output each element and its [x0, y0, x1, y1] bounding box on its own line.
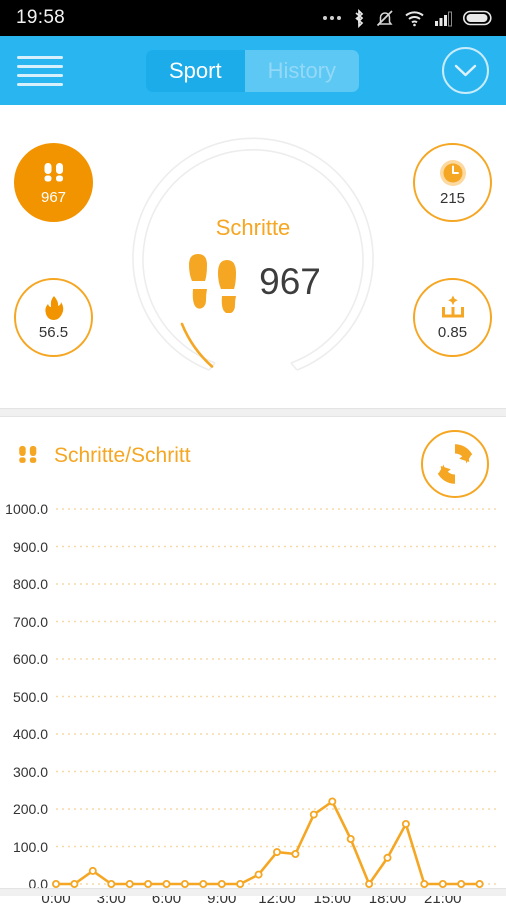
gauge-center-readout: Schritte 967 [118, 215, 388, 313]
chevron-down-icon[interactable] [441, 47, 489, 94]
view-mode-segmented-control[interactable]: Sport History [145, 49, 360, 92]
battery-icon [463, 10, 492, 26]
badge-calories-value: 56.5 [38, 323, 69, 341]
gauge-title: Schritte [215, 215, 291, 240]
bottom-divider [0, 888, 506, 896]
mute-vibrate-icon [376, 9, 393, 26]
more-dots-icon [323, 16, 341, 20]
wifi-icon [405, 11, 424, 27]
gauge-value: 967 [259, 261, 321, 302]
badge-time-value: 215 [439, 189, 466, 207]
steps-line-chart: 0.0 100.0 200.0 300.0 400.0 500.0 600.0 700.0 80… [0, 497, 506, 907]
app-top-bar: Sport History [0, 36, 506, 105]
footsteps-icon [19, 445, 37, 463]
badge-distance[interactable]: 0.85 [413, 278, 492, 357]
steps-chart-section: Schritte/Schritt 0.0 100.0 200.0 300.0 400.0… [0, 417, 506, 907]
chart-x-axis-labels: 0:00 3:00 6:00 9:00 12:00 15:00 18:00 21:00 [0, 497, 506, 907]
badge-distance-value: 0.85 [437, 323, 468, 341]
badge-calories[interactable]: 56.5 [14, 278, 93, 357]
clock-icon [439, 159, 466, 186]
status-bar-clock: 19:58 [16, 7, 66, 28]
footsteps-icon [189, 254, 237, 313]
steps-gauge: Schritte 967 [118, 123, 388, 393]
flame-icon [44, 295, 63, 320]
status-bar: 19:58 [0, 0, 506, 36]
badge-time[interactable]: 215 [413, 143, 492, 222]
badge-steps[interactable]: 967 [14, 143, 93, 222]
distance-icon [441, 295, 464, 317]
bluetooth-icon [355, 8, 364, 28]
activity-dashboard: Schritte 967 967 56.5 215 0.85 [0, 105, 506, 408]
badge-steps-value: 967 [40, 188, 67, 206]
footsteps-icon [44, 162, 63, 181]
section-divider [0, 408, 506, 417]
tab-history[interactable]: History [244, 49, 360, 92]
hamburger-menu-icon[interactable] [17, 54, 63, 88]
signal-icon [435, 11, 452, 27]
status-bar-icons [323, 8, 494, 28]
tab-sport[interactable]: Sport [145, 49, 245, 92]
refresh-sync-icon[interactable] [421, 430, 489, 498]
chart-title: Schritte/Schritt [54, 444, 191, 467]
